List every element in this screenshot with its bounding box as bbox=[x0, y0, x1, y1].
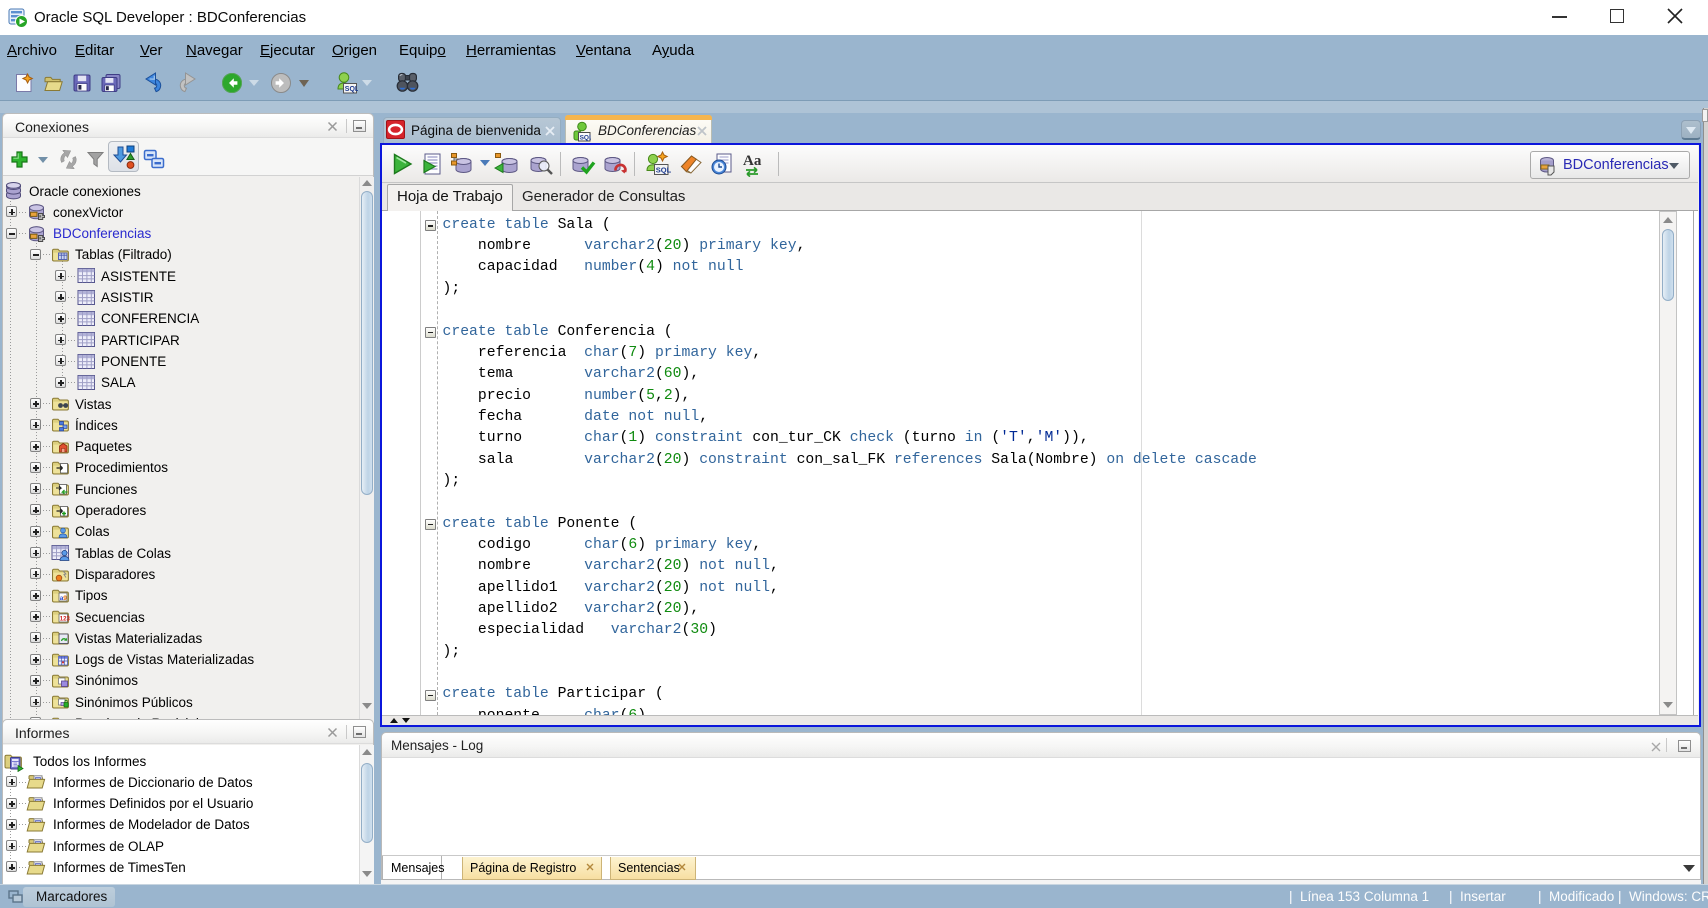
svg-text:SQL: SQL bbox=[580, 134, 591, 141]
svg-text:9: 9 bbox=[63, 595, 67, 602]
svg-text:123: 123 bbox=[60, 617, 70, 623]
svg-text:SQL: SQL bbox=[656, 166, 671, 175]
svg-text:SQL: SQL bbox=[345, 86, 358, 93]
svg-text:Aa: Aa bbox=[743, 153, 762, 169]
